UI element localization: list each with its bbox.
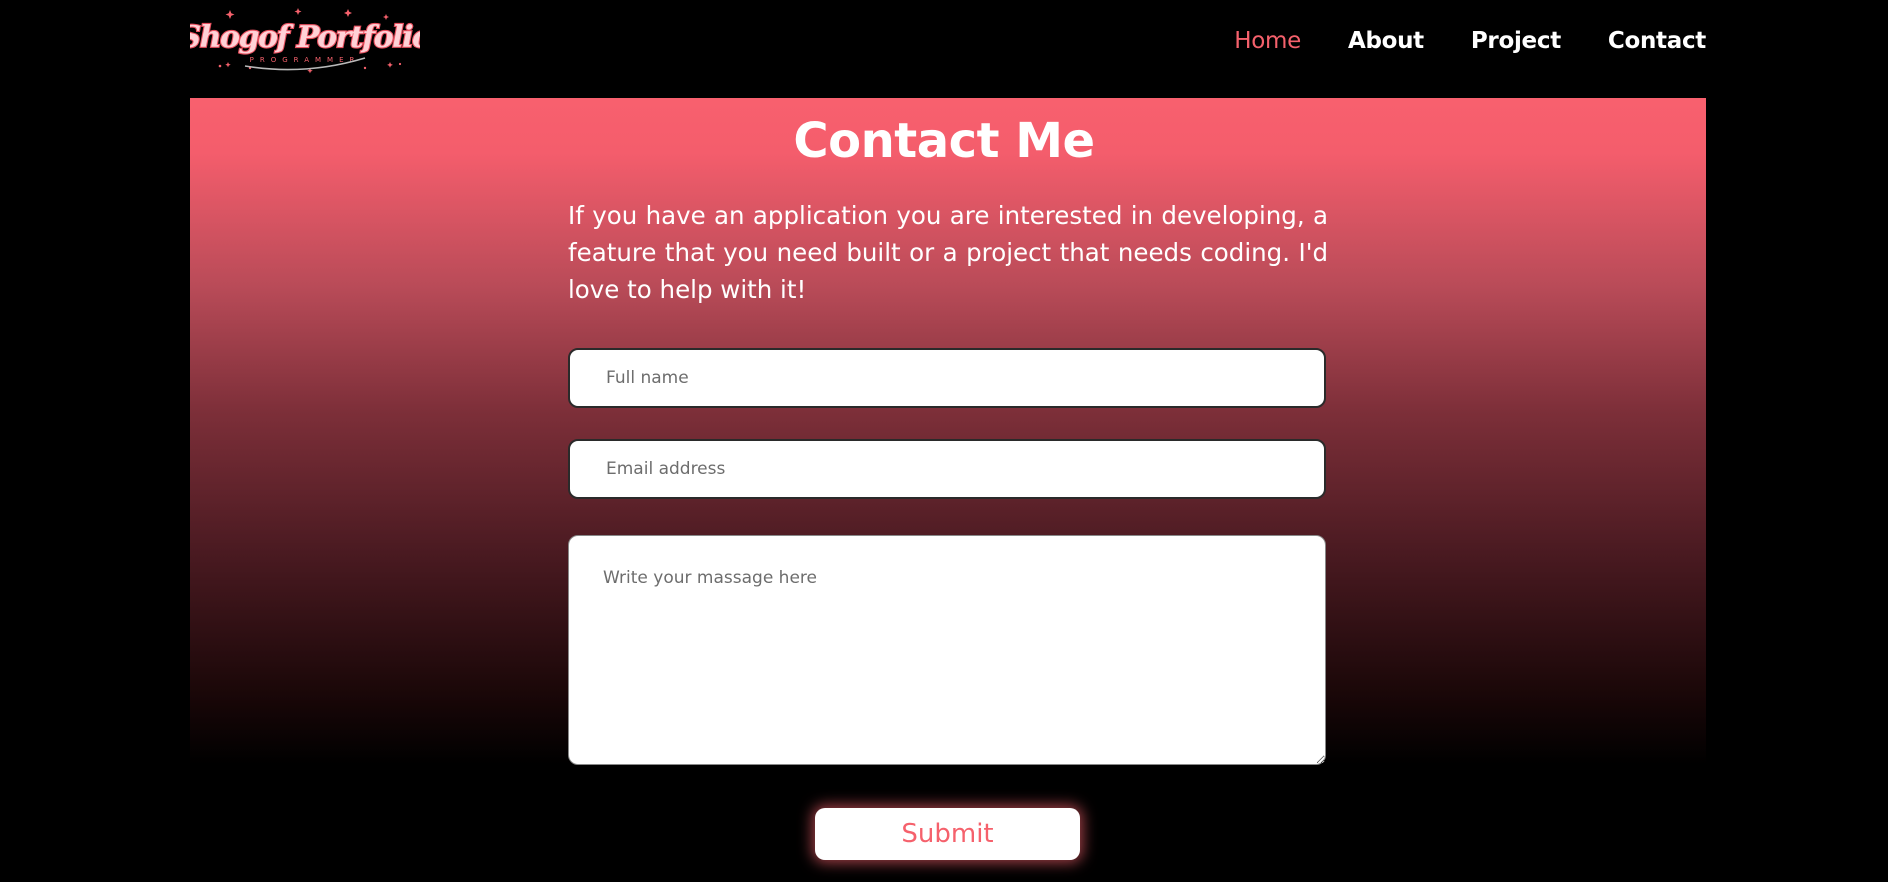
page-title: Contact Me — [793, 113, 1095, 169]
nav-project-link[interactable]: Project — [1471, 28, 1561, 54]
contact-intro-text: If you have an application you are inter… — [568, 201, 1328, 304]
full-name-input[interactable] — [568, 348, 1326, 408]
main-nav: Home About Project Contact — [1187, 28, 1706, 54]
page: Shogof Portfolio PROGRAMMER Home About P… — [0, 0, 1888, 882]
email-input[interactable] — [568, 439, 1326, 499]
nav-contact-link[interactable]: Contact — [1608, 28, 1706, 54]
message-textarea[interactable] — [568, 535, 1326, 765]
submit-button[interactable]: Submit — [815, 808, 1080, 860]
nav-about-link[interactable]: About — [1348, 28, 1424, 54]
nav-home-link[interactable]: Home — [1234, 28, 1301, 54]
site-header: Shogof Portfolio PROGRAMMER Home About P… — [0, 0, 1888, 98]
logo[interactable]: Shogof Portfolio PROGRAMMER — [190, 6, 420, 76]
svg-text:Shogof Portfolio: Shogof Portfolio — [190, 20, 420, 55]
